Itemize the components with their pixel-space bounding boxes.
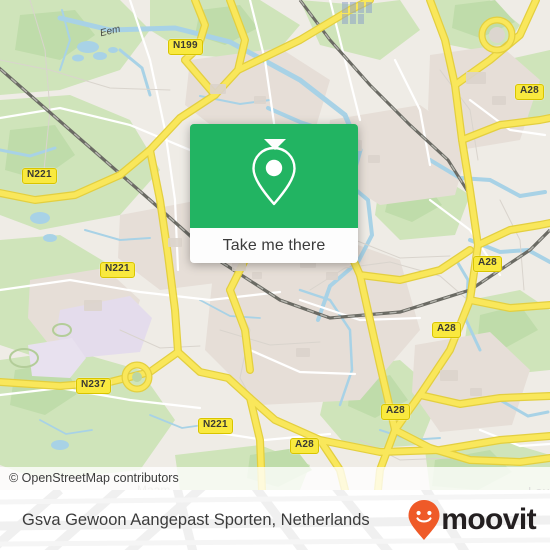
road-shield-n199-0: N199 — [168, 39, 203, 55]
road-shield-a28-7: A28 — [432, 322, 461, 338]
popup-pointer — [264, 139, 286, 150]
take-me-there-label: Take me there — [222, 236, 326, 254]
moovit-wordmark: moovit — [441, 503, 536, 536]
map-attribution[interactable]: © OpenStreetMap contributors — [0, 467, 550, 490]
road-shield-a28-8: A28 — [381, 404, 410, 420]
road-shield-n221-2: N221 — [100, 262, 135, 278]
place-title: Gsva Gewoon Aangepast Sporten, Netherlan… — [22, 510, 370, 529]
map-screenshot: N199N221N221N237N221A28A28A28A28A28 EemL… — [0, 0, 550, 550]
road-shield-a28-9: A28 — [290, 438, 319, 454]
moovit-smiley-pin-icon — [408, 500, 440, 540]
footer-bar: Gsva Gewoon Aangepast Sporten, Netherlan… — [0, 490, 550, 550]
road-shield-a28-6: A28 — [473, 256, 502, 272]
moovit-brand[interactable]: moovit — [407, 499, 537, 541]
road-shield-n221-1: N221 — [22, 168, 57, 184]
location-pin-icon — [252, 146, 296, 206]
road-shield-n221-4: N221 — [198, 418, 233, 434]
road-shield-n237-3: N237 — [76, 378, 111, 394]
popup-action-bar[interactable]: Take me there — [190, 228, 358, 263]
road-shield-a28-5: A28 — [515, 84, 544, 100]
